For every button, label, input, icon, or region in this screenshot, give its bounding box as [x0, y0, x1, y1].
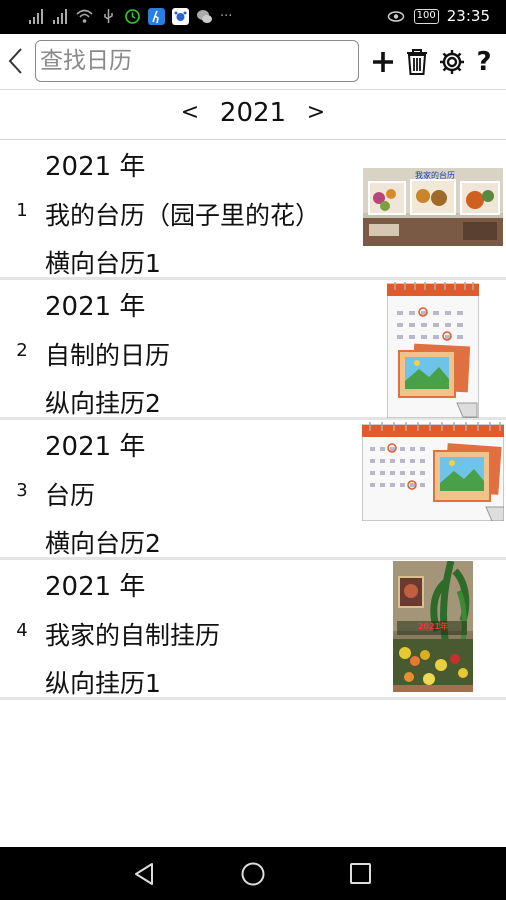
- calendar-row[interactable]: 4 2021 年 我家的自制挂历 纵向挂历1 2021年: [0, 560, 506, 700]
- delete-button[interactable]: [402, 46, 432, 78]
- calendar-row[interactable]: 2 2021 年 自制的日历 纵向挂历2: [0, 280, 506, 420]
- row-name: 我家的自制挂历: [45, 621, 221, 650]
- wall-calendar-thumbnail[interactable]: [387, 281, 479, 418]
- row-year: 2021 年: [45, 432, 146, 462]
- calendar-row[interactable]: 1 2021 年 我的台历（园子里的花） 横向台历1 我家的台历: [0, 140, 506, 280]
- desk-calendar-photo-thumbnail[interactable]: 我家的台历: [363, 168, 503, 246]
- gear-icon: [440, 50, 464, 74]
- row-name: 自制的日历: [45, 341, 171, 370]
- row-type: 纵向挂历1: [45, 669, 161, 698]
- eye-comfort-icon: [387, 10, 404, 22]
- toolbar: ?: [0, 34, 506, 90]
- nav-recents-icon[interactable]: [348, 861, 374, 887]
- status-icons: ···: [28, 8, 232, 25]
- baidu-app-icon: [172, 8, 189, 25]
- status-bar: ··· 100 23:35: [0, 0, 506, 34]
- status-right: 100 23:35: [386, 7, 490, 25]
- row-index: 4: [16, 620, 28, 641]
- more-notifications: ···: [220, 9, 233, 24]
- clock-app-icon: [125, 9, 140, 24]
- prev-year-button[interactable]: <: [178, 100, 202, 125]
- calendar-row[interactable]: 3 2021 年 台历 横向台历2: [0, 420, 506, 560]
- next-year-button[interactable]: >: [304, 100, 328, 125]
- calendar-list: 1 2021 年 我的台历（园子里的花） 横向台历1 我家的台历 2 2021 …: [0, 140, 506, 700]
- row-year: 2021 年: [45, 152, 146, 182]
- row-type: 横向台历2: [45, 529, 161, 558]
- plus-icon: [373, 52, 393, 72]
- poster-year: 2021年: [418, 621, 448, 631]
- trash-icon: [407, 49, 427, 75]
- walk-app-icon: [148, 8, 165, 25]
- plant-poster-thumbnail[interactable]: 2021年: [393, 561, 473, 692]
- wechat-icon: [197, 10, 212, 23]
- thumbnail-caption: 我家的台历: [415, 170, 455, 180]
- signal-2-icon: [53, 9, 67, 24]
- search-input[interactable]: [35, 40, 359, 82]
- row-index: 3: [16, 480, 28, 501]
- wifi-icon: [76, 9, 93, 23]
- nav-back-icon[interactable]: [132, 861, 158, 887]
- row-index: 1: [16, 200, 28, 221]
- back-icon[interactable]: [4, 46, 28, 76]
- landscape-calendar-thumbnail[interactable]: [362, 421, 504, 521]
- row-year: 2021 年: [45, 292, 146, 322]
- signal-icon: [29, 9, 43, 24]
- system-navigation-bar: [0, 847, 506, 900]
- row-name: 台历: [45, 481, 96, 510]
- row-type: 纵向挂历2: [45, 389, 161, 418]
- current-year: 2021: [219, 98, 287, 128]
- battery-level: 100: [413, 8, 439, 24]
- nav-home-icon[interactable]: [240, 861, 266, 887]
- clock-time: 23:35: [446, 7, 490, 25]
- help-button[interactable]: ?: [469, 46, 499, 78]
- row-name: 我的台历（园子里的花）: [45, 201, 321, 230]
- settings-button[interactable]: [437, 46, 467, 78]
- row-year: 2021 年: [45, 572, 146, 602]
- add-button[interactable]: [368, 46, 398, 78]
- row-index: 2: [16, 340, 28, 361]
- year-navigator: < 2021 >: [0, 90, 506, 140]
- row-type: 横向台历1: [45, 249, 161, 278]
- usb-icon: [104, 9, 113, 23]
